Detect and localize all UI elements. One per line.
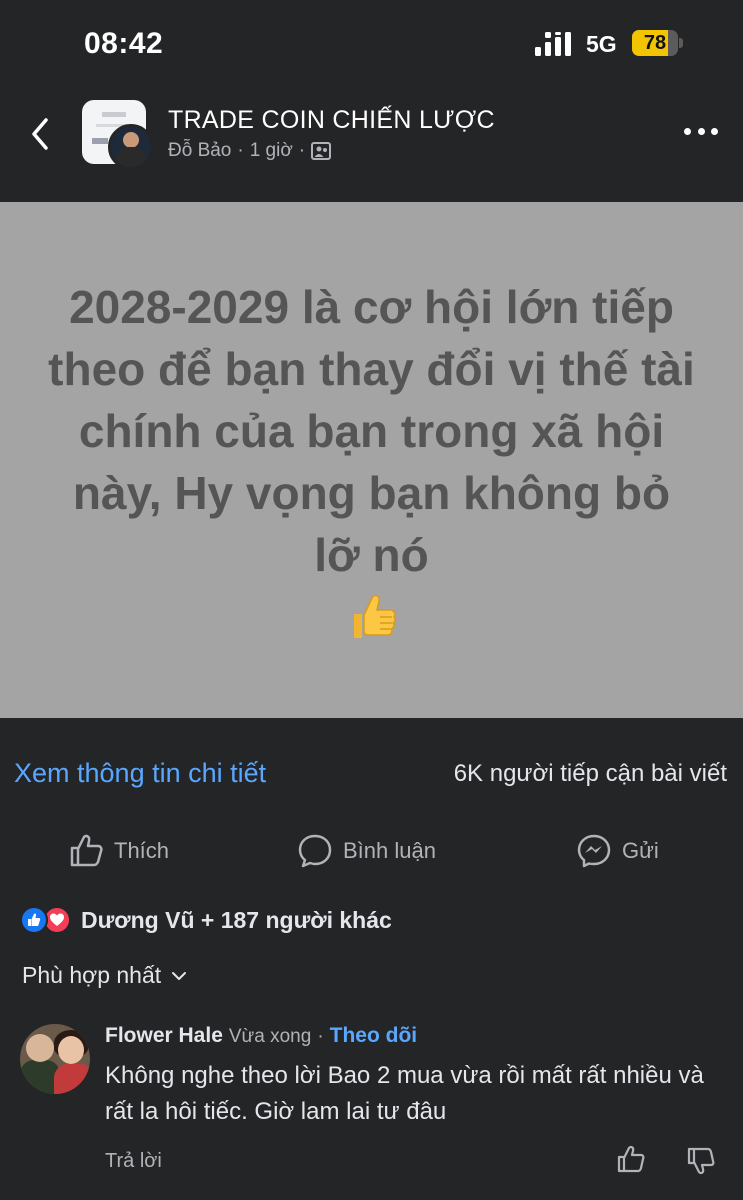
commenter-name[interactable]: Flower Hale	[105, 1024, 223, 1048]
group-audience-icon	[311, 142, 332, 160]
post-content[interactable]: 2028-2029 là cơ hội lớn tiếp theo để bạn…	[0, 202, 743, 718]
battery-percent: 78	[643, 32, 667, 54]
network-type: 5G	[586, 31, 617, 57]
reactors-text: Dương Vũ + 187 người khác	[81, 906, 392, 933]
thumbs-up-emoji-icon	[353, 594, 396, 638]
status-bar: 08:42 5G 78	[0, 0, 743, 84]
downvote-icon[interactable]	[686, 1146, 716, 1176]
messenger-icon	[577, 834, 611, 868]
reactions-summary[interactable]: Dương Vũ + 187 người khác	[20, 900, 392, 940]
send-label: Gửi	[622, 838, 659, 863]
like-label: Thích	[114, 838, 170, 863]
post-header: TRADE COIN CHIẾN LƯỢC Đỗ Bảo · 1 giờ ·	[0, 84, 743, 202]
like-button[interactable]: Thích	[68, 826, 169, 876]
reach-count: 6K người tiếp cận bài viết	[453, 760, 727, 787]
meta-separator: ·	[237, 140, 244, 161]
comment-button[interactable]: Bình luận	[297, 826, 436, 876]
more-options-icon[interactable]	[684, 128, 718, 138]
battery-icon: 78	[632, 30, 684, 56]
meta-separator: ·	[298, 140, 306, 161]
comment-header: Flower Hale Vừa xong · Theo dõi	[105, 1024, 417, 1048]
send-button[interactable]: Gửi	[576, 826, 659, 876]
comment-sort-dropdown[interactable]: Phù hợp nhất	[22, 962, 187, 989]
comment-separator: ·	[317, 1026, 324, 1047]
like-reaction-icon	[20, 906, 48, 934]
comment-label: Bình luận	[343, 838, 436, 863]
reply-button[interactable]: Trả lời	[105, 1150, 162, 1173]
follow-button[interactable]: Theo dõi	[330, 1024, 418, 1048]
post-insights: Xem thông tin chi tiết 6K người tiếp cận…	[0, 752, 743, 796]
comment-text: Không nghe theo lời Bao 2 mua vừa rồi mấ…	[105, 1062, 704, 1125]
comment-item: Flower Hale Vừa xong · Theo dõi Không ng…	[0, 1020, 743, 1200]
comment-icon	[298, 834, 332, 868]
chevron-down-icon	[172, 971, 187, 980]
upvote-icon[interactable]	[616, 1144, 646, 1174]
comment-time: Vừa xong	[228, 1026, 312, 1047]
back-arrow-icon[interactable]	[26, 114, 56, 154]
sort-label: Phù hợp nhất	[22, 962, 162, 988]
post-time[interactable]: 1 giờ	[250, 140, 293, 162]
author-avatar[interactable]	[108, 124, 154, 170]
see-details-link[interactable]: Xem thông tin chi tiết	[14, 758, 266, 789]
status-time: 08:42	[84, 27, 164, 60]
post-text: 2028-2029 là cơ hội lớn tiếp theo để bạn…	[48, 281, 695, 581]
author-name[interactable]: Đỗ Bảo	[168, 140, 231, 162]
group-name[interactable]: TRADE COIN CHIẾN LƯỢC	[168, 106, 495, 135]
post-meta: Đỗ Bảo · 1 giờ ·	[168, 140, 332, 162]
like-icon	[70, 834, 103, 867]
post-actions: Thích Bình luận Gửi	[0, 826, 743, 876]
cellular-signal-icon	[535, 32, 571, 56]
commenter-avatar[interactable]	[20, 1024, 90, 1094]
